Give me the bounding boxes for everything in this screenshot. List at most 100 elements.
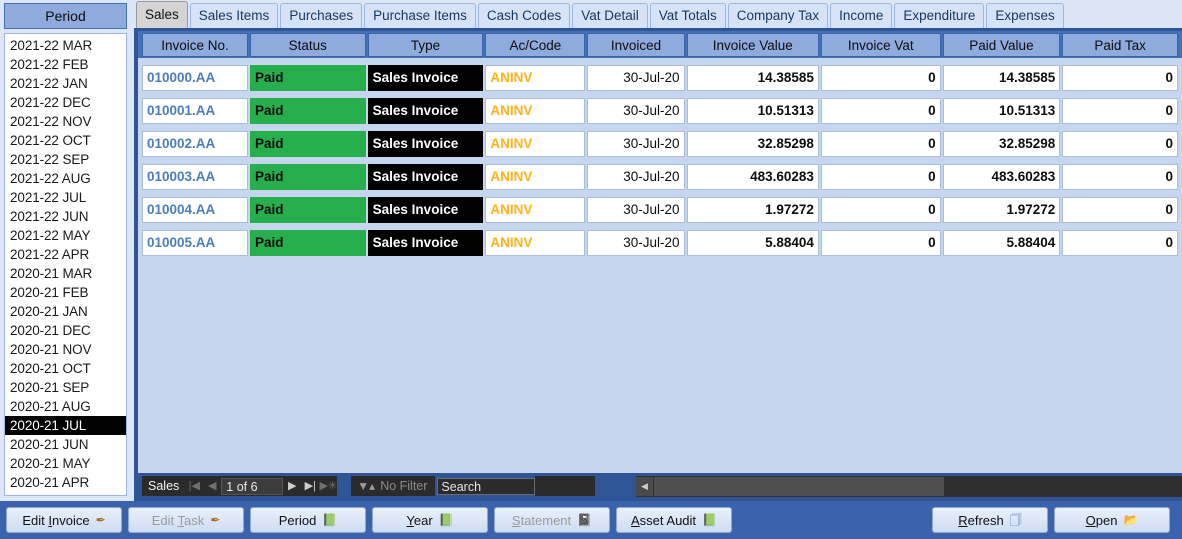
cell-ac-code[interactable]: ANINV <box>485 97 586 124</box>
period-list-item[interactable]: 2020-21 JAN <box>5 302 126 321</box>
cell-type[interactable]: Sales Invoice <box>367 196 484 223</box>
period-list-item[interactable]: 2020-21 FEB <box>5 283 126 302</box>
cell-paid-value[interactable]: 32.85298 <box>942 130 1061 157</box>
asset-audit-button[interactable]: Asset Audit 📗 <box>616 507 732 533</box>
cell-type[interactable]: Sales Invoice <box>367 163 484 190</box>
cell-paid-tax[interactable]: 0 <box>1062 130 1178 157</box>
refresh-button[interactable]: Refresh 🗍 <box>932 507 1048 533</box>
cell-ac-code[interactable]: ANINV <box>485 196 586 223</box>
tab-purchases[interactable]: Purchases <box>280 3 363 28</box>
open-button[interactable]: Open 📂 <box>1054 507 1170 533</box>
table-row[interactable]: 010004.AA Paid Sales Invoice ANINV 30-Jul-20… <box>142 193 1180 226</box>
cell-invoiced[interactable]: 30-Jul-20 <box>587 196 685 223</box>
tab-expenditure[interactable]: Expenditure <box>894 3 985 28</box>
period-button[interactable]: Period 📗 <box>250 507 366 533</box>
column-header[interactable]: Invoice Vat <box>820 33 941 57</box>
cell-invoice-no-[interactable]: 010001.AA <box>142 97 248 124</box>
cell-type[interactable]: Sales Invoice <box>367 64 484 91</box>
cell-invoiced[interactable]: 30-Jul-20 <box>587 229 685 256</box>
period-list-item[interactable]: 2021-22 FEB <box>5 55 126 74</box>
cell-paid-tax[interactable]: 0 <box>1062 229 1178 256</box>
column-header[interactable]: Paid Tax <box>1062 33 1179 57</box>
search-input[interactable]: Search <box>437 477 536 495</box>
period-list-item[interactable]: 2021-22 AUG <box>5 169 126 188</box>
cell-invoice-value[interactable]: 5.88404 <box>686 229 819 256</box>
period-list-item[interactable]: 2021-22 JAN <box>5 74 126 93</box>
table-row[interactable]: 010002.AA Paid Sales Invoice ANINV 30-Jul-20… <box>142 127 1180 160</box>
column-header[interactable]: Type <box>367 33 484 57</box>
grid-body[interactable]: 010000.AA Paid Sales Invoice ANINV 30-Jul-20… <box>138 58 1182 473</box>
tab-sales-items[interactable]: Sales Items <box>189 3 279 28</box>
cell-paid-value[interactable]: 483.60283 <box>942 163 1061 190</box>
period-list-item[interactable]: 2020-21 NOV <box>5 340 126 359</box>
cell-type[interactable]: Sales Invoice <box>367 130 484 157</box>
table-row[interactable]: 010005.AA Paid Sales Invoice ANINV 30-Jul-20… <box>142 226 1180 259</box>
column-header[interactable]: Status <box>249 33 366 57</box>
tab-sales[interactable]: Sales <box>136 1 188 28</box>
cell-invoice-vat[interactable]: 0 <box>820 64 941 91</box>
cell-ac-code[interactable]: ANINV <box>485 130 586 157</box>
last-record-icon[interactable]: ▶| <box>301 476 319 496</box>
cell-type[interactable]: Sales Invoice <box>367 229 484 256</box>
period-list-item[interactable]: 2020-21 DEC <box>5 321 126 340</box>
cell-paid-tax[interactable]: 0 <box>1062 196 1178 223</box>
next-record-icon[interactable]: ▶ <box>283 476 301 496</box>
tab-vat-detail[interactable]: Vat Detail <box>572 3 648 28</box>
cell-paid-value[interactable]: 14.38585 <box>942 64 1061 91</box>
period-list-item[interactable]: 2020-21 JUN <box>5 435 126 454</box>
cell-invoiced[interactable]: 30-Jul-20 <box>587 97 685 124</box>
cell-invoice-no-[interactable]: 010000.AA <box>142 64 248 91</box>
edit-invoice-button[interactable]: Edit Invoice ✒ <box>6 507 122 533</box>
cell-invoice-vat[interactable]: 0 <box>820 130 941 157</box>
cell-invoice-no-[interactable]: 010005.AA <box>142 229 248 256</box>
period-list-item[interactable]: 2021-22 SEP <box>5 150 126 169</box>
cell-type[interactable]: Sales Invoice <box>367 97 484 124</box>
period-list-item[interactable]: 2021-22 DEC <box>5 93 126 112</box>
cell-paid-value[interactable]: 5.88404 <box>942 229 1061 256</box>
table-row[interactable]: 010003.AA Paid Sales Invoice ANINV 30-Jul-20… <box>142 160 1180 193</box>
cell-invoice-no-[interactable]: 010002.AA <box>142 130 248 157</box>
cell-invoice-value[interactable]: 1.97272 <box>686 196 819 223</box>
column-header[interactable]: Invoice No. <box>142 33 248 57</box>
previous-record-icon[interactable]: ◀ <box>203 476 221 496</box>
period-list[interactable]: 2021-22 MAR 2021-22 FEB 2021-22 JAN 2021-22… <box>4 33 127 496</box>
period-list-item[interactable]: 2021-22 JUN <box>5 207 126 226</box>
table-row[interactable]: 010001.AA Paid Sales Invoice ANINV 30-Jul-20… <box>142 94 1180 127</box>
cell-invoice-no-[interactable]: 010004.AA <box>142 196 248 223</box>
cell-invoice-value[interactable]: 483.60283 <box>686 163 819 190</box>
year-button[interactable]: Year 📗 <box>372 507 488 533</box>
period-list-item[interactable]: 2021-22 NOV <box>5 112 126 131</box>
cell-status[interactable]: Paid <box>249 97 366 124</box>
cell-invoiced[interactable]: 30-Jul-20 <box>587 64 685 91</box>
tab-vat-totals[interactable]: Vat Totals <box>649 3 726 28</box>
cell-invoiced[interactable]: 30-Jul-20 <box>587 130 685 157</box>
period-list-item[interactable]: 2021-22 MAY <box>5 226 126 245</box>
cell-ac-code[interactable]: ANINV <box>485 163 586 190</box>
cell-status[interactable]: Paid <box>249 130 366 157</box>
cell-paid-tax[interactable]: 0 <box>1062 163 1178 190</box>
cell-paid-value[interactable]: 1.97272 <box>942 196 1061 223</box>
period-list-item[interactable]: 2021-22 MAR <box>5 36 126 55</box>
cell-invoice-vat[interactable]: 0 <box>820 97 941 124</box>
column-header[interactable]: Invoiced <box>587 33 685 57</box>
new-record-icon[interactable]: ▶✳ <box>319 476 337 496</box>
cell-invoice-vat[interactable]: 0 <box>820 229 941 256</box>
period-list-item[interactable]: 2021-22 OCT <box>5 131 126 150</box>
table-row[interactable]: 010000.AA Paid Sales Invoice ANINV 30-Jul-20… <box>142 61 1180 94</box>
cell-ac-code[interactable]: ANINV <box>485 64 586 91</box>
cell-status[interactable]: Paid <box>249 163 366 190</box>
cell-status[interactable]: Paid <box>249 196 366 223</box>
column-header[interactable]: Invoice Value <box>686 33 819 57</box>
period-list-item[interactable]: 2020-21 APR <box>5 473 126 492</box>
tab-expenses[interactable]: Expenses <box>986 3 1064 28</box>
period-list-item[interactable]: 2020-21 MAR <box>5 264 126 283</box>
cell-paid-value[interactable]: 10.51313 <box>942 97 1061 124</box>
column-header[interactable]: Ac/Code <box>485 33 586 57</box>
tab-company-tax[interactable]: Company Tax <box>727 3 829 28</box>
filter-status[interactable]: ▼▴ No Filter <box>351 476 436 496</box>
cell-invoice-vat[interactable]: 0 <box>820 163 941 190</box>
scroll-left-icon[interactable]: ◀ <box>636 477 653 496</box>
cell-paid-tax[interactable]: 0 <box>1062 64 1178 91</box>
column-header[interactable]: Paid Value <box>942 33 1061 57</box>
cell-ac-code[interactable]: ANINV <box>485 229 586 256</box>
